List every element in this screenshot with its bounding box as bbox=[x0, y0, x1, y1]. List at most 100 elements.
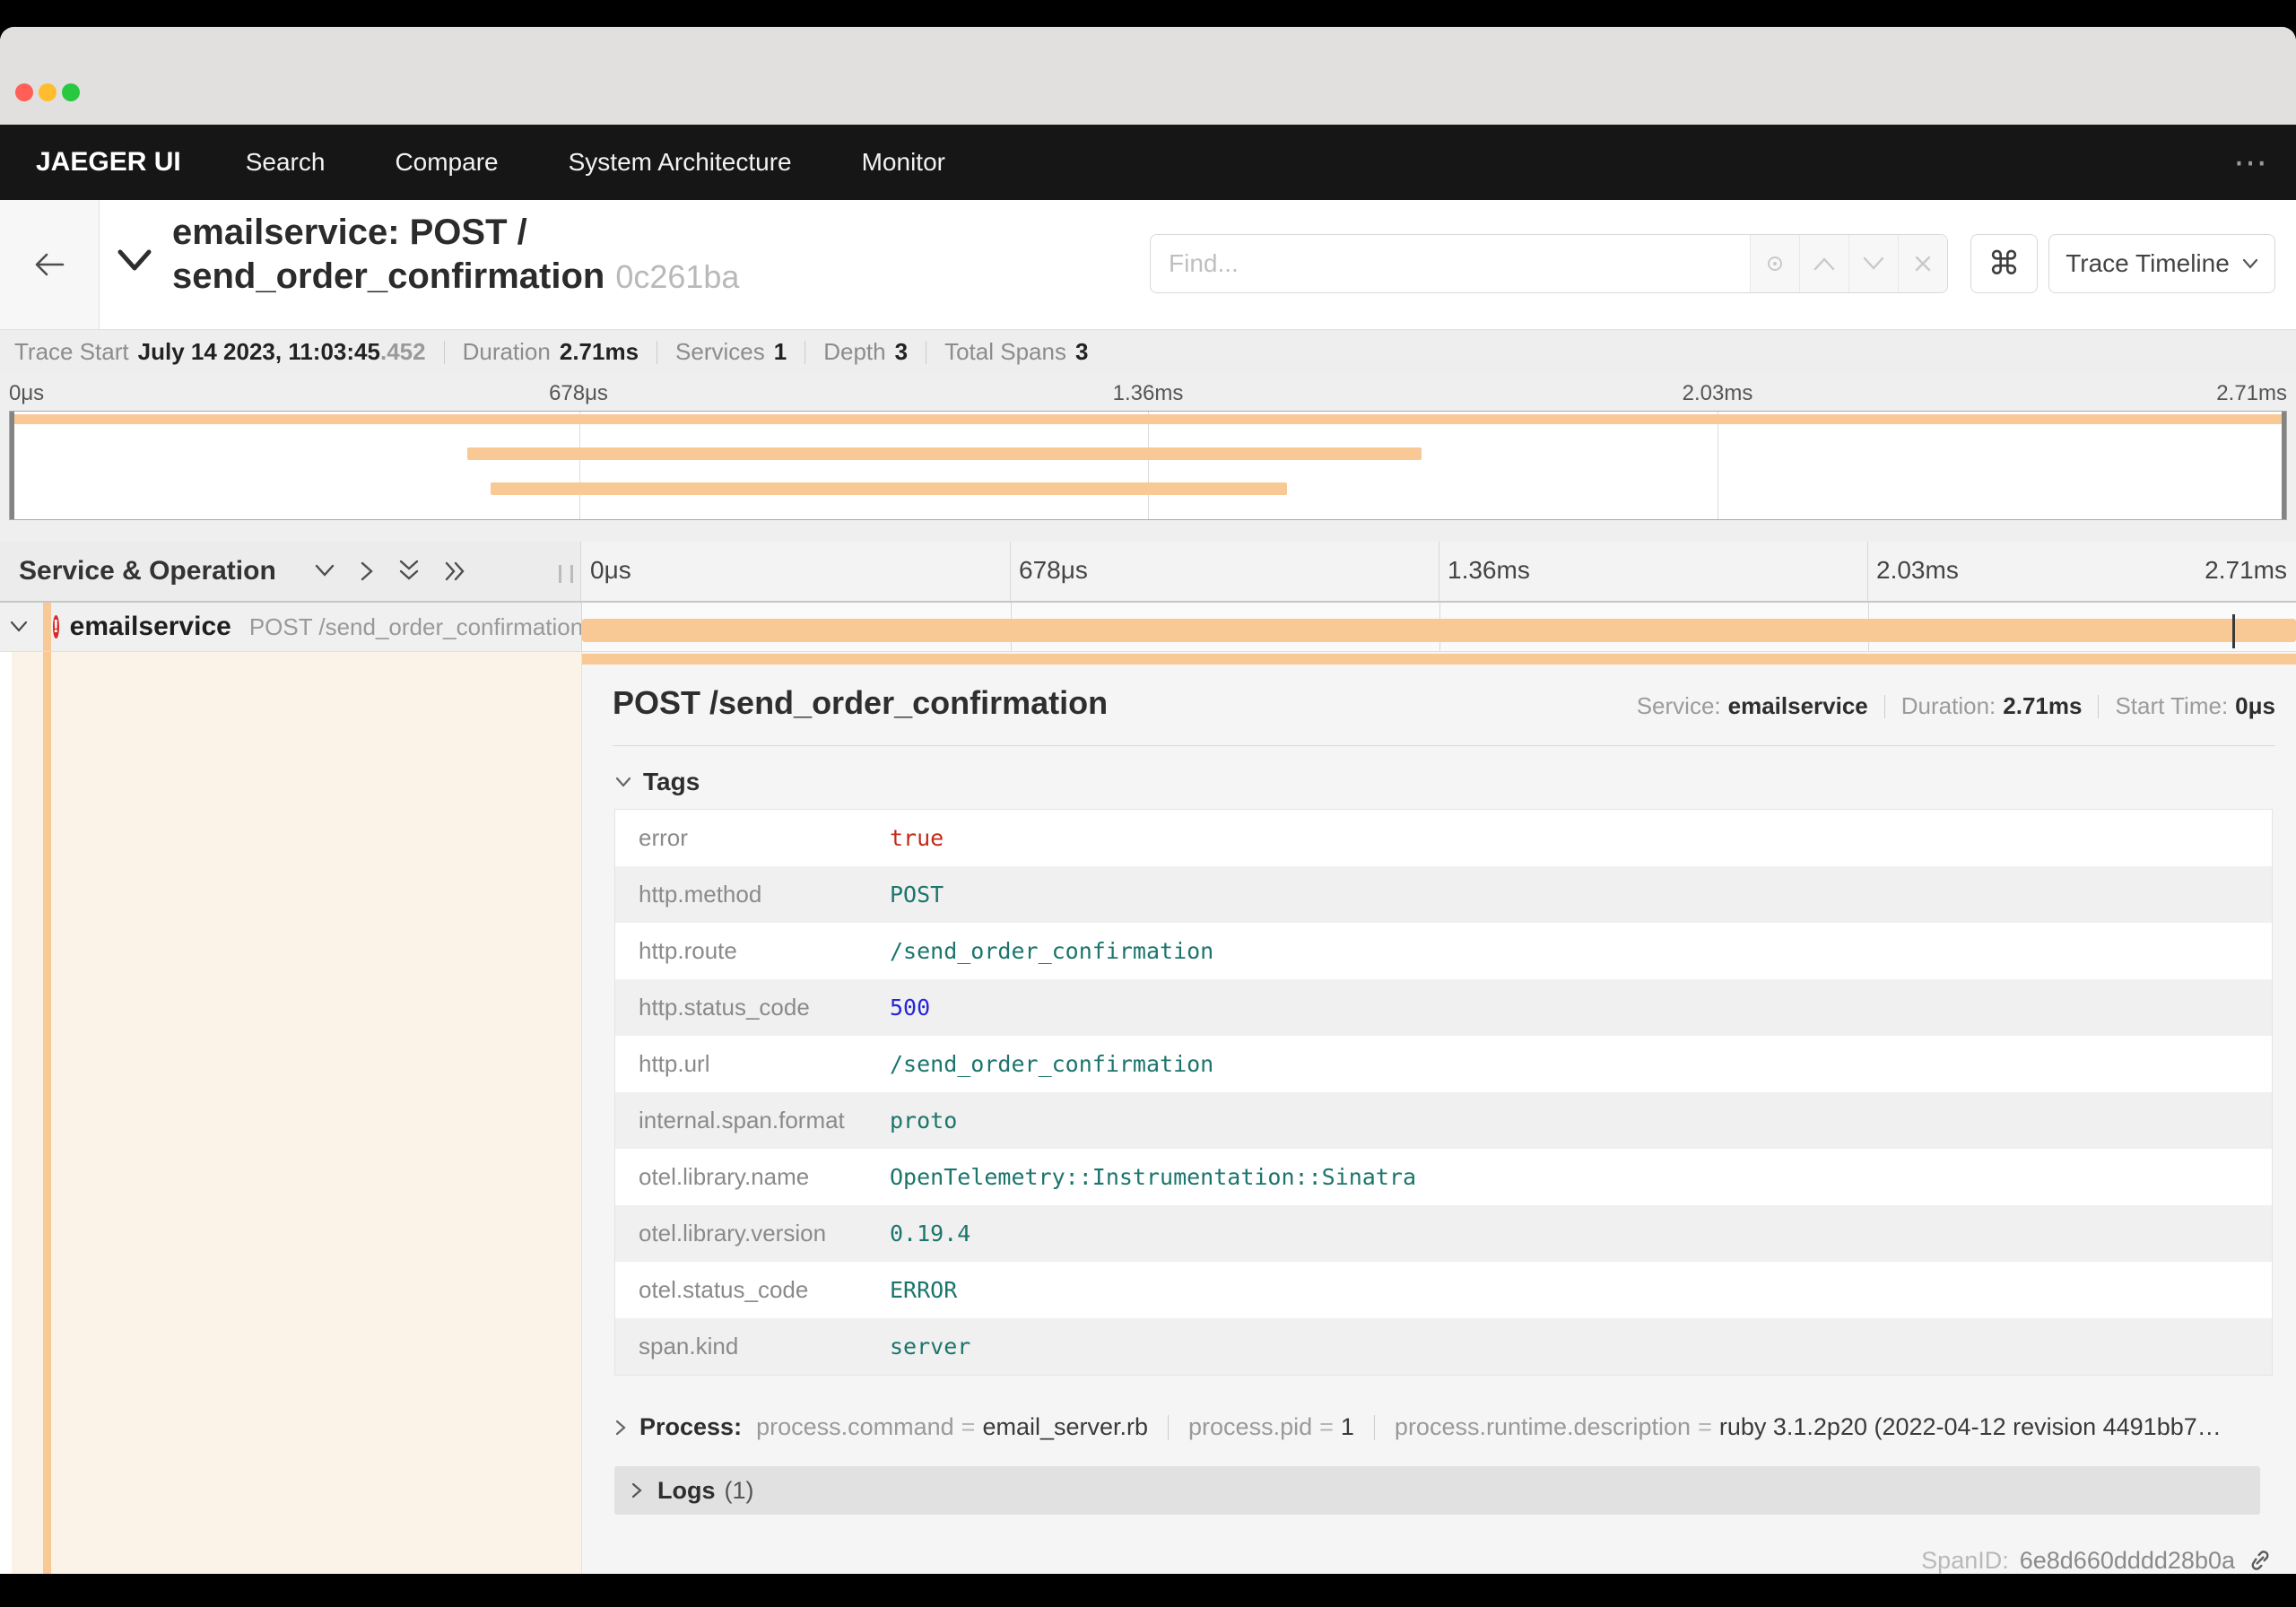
span-detail-panel: POST /send_order_confirmation Service: e… bbox=[581, 652, 2296, 1574]
span-detail-meta: Service: emailservice Duration: 2.71ms S… bbox=[1637, 692, 2275, 720]
tag-value: true bbox=[890, 825, 944, 851]
summary-label: Duration bbox=[462, 338, 551, 365]
find-input[interactable] bbox=[1151, 235, 1750, 292]
tag-value: ERROR bbox=[890, 1277, 958, 1303]
tag-value: /send_order_confirmation bbox=[890, 1051, 1214, 1077]
timeline-ruler: 0μs 678μs 1.36ms 2.03ms 2.71ms bbox=[581, 542, 2296, 601]
tick-label: 0μs bbox=[590, 556, 631, 584]
tag-key: http.route bbox=[639, 937, 737, 964]
chevron-right-icon bbox=[614, 1419, 627, 1437]
tick-label: 1.36ms bbox=[1448, 556, 1530, 584]
collapse-one-icon[interactable] bbox=[312, 562, 337, 580]
span-operation-name: POST /send_order_confirmation bbox=[248, 612, 584, 640]
process-item: process.pid = 1 bbox=[1188, 1413, 1354, 1440]
minimize-window-button[interactable] bbox=[39, 83, 57, 101]
find-prev-button[interactable] bbox=[1799, 235, 1848, 292]
expand-all-icon[interactable] bbox=[443, 559, 468, 584]
keyboard-shortcuts-button[interactable]: ⌘ bbox=[1970, 234, 2038, 293]
tick-label: 2.03ms bbox=[1876, 556, 1959, 584]
tag-row[interactable]: otel.library.version 0.19.4 bbox=[615, 1205, 2272, 1262]
separator bbox=[804, 340, 806, 364]
meta-label: Start Time: bbox=[2115, 692, 2229, 719]
detail-row-left-gutter bbox=[0, 652, 581, 1574]
summary-value-millis: .452 bbox=[379, 338, 426, 365]
tag-row[interactable]: error true bbox=[615, 810, 2272, 866]
nav-overflow-menu[interactable]: ⋯ bbox=[2233, 125, 2269, 200]
summary-value: 3 bbox=[1074, 338, 1089, 365]
find-clear-button[interactable] bbox=[1898, 235, 1947, 292]
jaeger-logo[interactable]: JAEGER UI bbox=[36, 147, 181, 178]
tick-label: 678μs bbox=[1019, 556, 1088, 584]
trace-id: 0c261ba bbox=[615, 258, 740, 295]
minimap-scrubber-right-handle[interactable] bbox=[2282, 412, 2286, 519]
tag-key: otel.library.name bbox=[639, 1163, 810, 1190]
collapse-all-icon[interactable] bbox=[396, 559, 422, 584]
meta-value: 0μs bbox=[2235, 692, 2275, 719]
service-operation-title: Service & Operation bbox=[19, 556, 276, 586]
tick-label: 0μs bbox=[9, 381, 45, 405]
tag-row[interactable]: otel.status_code ERROR bbox=[615, 1262, 2272, 1318]
nav-item-system-architecture[interactable]: System Architecture bbox=[569, 148, 792, 177]
zoom-window-button[interactable] bbox=[62, 83, 80, 101]
target-icon bbox=[1763, 252, 1787, 275]
collapse-title-chevron[interactable] bbox=[115, 247, 154, 274]
span-row-name-cell[interactable]: ! emailservice POST /send_order_confirma… bbox=[0, 603, 584, 651]
tag-row[interactable]: http.status_code 500 bbox=[615, 979, 2272, 1036]
tag-row[interactable]: http.url /send_order_confirmation bbox=[615, 1036, 2272, 1092]
column-resizer-grip[interactable] bbox=[559, 565, 573, 583]
span-rows: ! emailservice POST /send_order_confirma… bbox=[0, 603, 2296, 1574]
separator bbox=[1373, 1414, 1375, 1440]
span-color-accent bbox=[43, 652, 51, 1574]
tag-key: http.url bbox=[639, 1050, 710, 1077]
nav-item-compare[interactable]: Compare bbox=[395, 148, 498, 177]
nav-item-search[interactable]: Search bbox=[246, 148, 326, 177]
logs-count: (1) bbox=[724, 1476, 754, 1504]
span-log-marker[interactable] bbox=[2232, 614, 2235, 648]
tag-row[interactable]: span.kind server bbox=[615, 1318, 2272, 1375]
tag-row[interactable]: http.method POST bbox=[615, 866, 2272, 923]
span-id-footer: SpanID: 6e8d660dddd28b0a bbox=[1921, 1542, 2274, 1574]
separator bbox=[443, 340, 445, 364]
summary-value: July 14 2023, 11:03:45.452 bbox=[137, 338, 426, 365]
span-row-emailservice[interactable]: ! emailservice POST /send_order_confirma… bbox=[0, 603, 2296, 652]
meta-label: Service: bbox=[1636, 692, 1721, 719]
minimap-canvas[interactable] bbox=[9, 411, 2287, 520]
process-accordion-toggle[interactable]: Process: process.command = email_server.… bbox=[614, 1413, 2277, 1441]
chevron-down-icon[interactable] bbox=[9, 620, 29, 634]
command-icon: ⌘ bbox=[1987, 245, 2021, 282]
tag-row[interactable]: http.route /send_order_confirmation bbox=[615, 923, 2272, 979]
top-navbar: JAEGER UI Search Compare System Architec… bbox=[0, 125, 2296, 200]
span-row-timeline-cell[interactable] bbox=[581, 603, 2296, 651]
tag-row[interactable]: internal.span.format proto bbox=[615, 1092, 2272, 1149]
tick-label: 2.71ms bbox=[2216, 381, 2287, 405]
link-icon[interactable] bbox=[2246, 1546, 2274, 1574]
logs-accordion-toggle[interactable]: Logs (1) bbox=[614, 1466, 2260, 1515]
divider bbox=[613, 745, 2275, 746]
tag-row[interactable]: otel.library.name OpenTelemetry::Instrum… bbox=[615, 1149, 2272, 1205]
tags-accordion-toggle[interactable]: Tags bbox=[614, 768, 2277, 796]
find-next-button[interactable] bbox=[1848, 235, 1898, 292]
summary-label: Depth bbox=[823, 338, 886, 365]
tag-value: OpenTelemetry::Instrumentation::Sinatra bbox=[890, 1164, 1416, 1190]
tag-value: POST bbox=[890, 882, 944, 908]
span-detail-content: POST /send_order_confirmation Service: e… bbox=[604, 684, 2277, 1515]
trace-page-header: emailservice: POST / send_order_confirma… bbox=[0, 200, 2296, 329]
minimap-scrubber-left-handle[interactable] bbox=[10, 412, 14, 519]
meta-label: Duration: bbox=[1900, 692, 1996, 719]
expand-one-icon[interactable] bbox=[359, 559, 375, 584]
find-locate-button[interactable] bbox=[1750, 235, 1799, 292]
minimap-span bbox=[10, 414, 2286, 424]
span-duration-bar[interactable] bbox=[582, 619, 2296, 642]
summary-label: Services bbox=[675, 338, 765, 365]
tag-value: 500 bbox=[890, 995, 931, 1021]
span-detail-header: POST /send_order_confirmation Service: e… bbox=[604, 684, 2277, 722]
tick-label: 2.71ms bbox=[2205, 556, 2287, 584]
trace-view-selector[interactable]: Trace Timeline bbox=[2048, 234, 2275, 293]
chevron-down-icon bbox=[2242, 258, 2258, 269]
service-operation-header: Service & Operation bbox=[0, 542, 581, 601]
back-button[interactable] bbox=[0, 200, 100, 329]
separator bbox=[1883, 694, 1885, 718]
nav-item-monitor[interactable]: Monitor bbox=[862, 148, 945, 177]
screenshot-stage: JAEGER UI Search Compare System Architec… bbox=[0, 0, 2296, 1607]
close-window-button[interactable] bbox=[15, 83, 33, 101]
